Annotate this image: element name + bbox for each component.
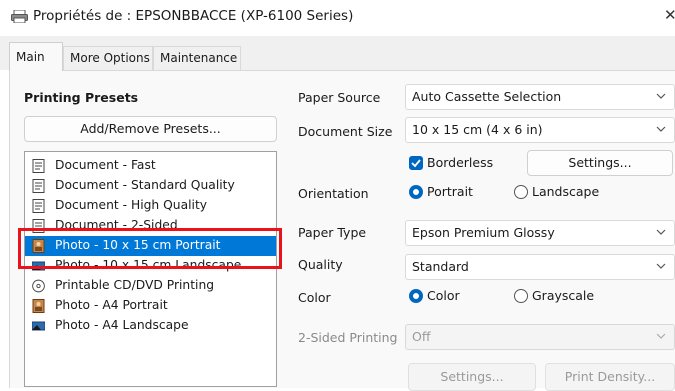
document-icon	[32, 159, 45, 173]
landscape-label: Landscape	[532, 184, 600, 199]
document-size-select[interactable]: 10 x 15 cm (4 x 6 in)	[405, 117, 675, 143]
portrait-label: Portrait	[427, 184, 473, 199]
photo-landscape-icon	[32, 321, 45, 331]
grayscale-label: Grayscale	[532, 288, 595, 303]
window-title: Propriétés de : EPSONBBACCE (XP-6100 Ser…	[33, 8, 354, 24]
list-item[interactable]: Document - Standard Quality	[25, 176, 276, 196]
two-sided-label: 2-Sided Printing	[298, 330, 398, 345]
paper-type-value: Epson Premium Glossy	[412, 225, 555, 240]
paper-type-label: Paper Type	[298, 225, 367, 240]
preset-label: Document - Standard Quality	[55, 178, 235, 192]
close-icon[interactable]: ✕	[664, 6, 675, 24]
document-size-label: Document Size	[298, 124, 393, 139]
paper-type-select[interactable]: Epson Premium Glossy	[405, 220, 675, 246]
borderless-checkbox[interactable]	[409, 156, 423, 170]
list-item[interactable]: Document - Fast	[25, 156, 276, 176]
cd-icon	[32, 279, 45, 293]
tab-more-options[interactable]: More Options	[63, 46, 153, 70]
preset-label: Document - High Quality	[55, 198, 208, 212]
preset-label: Photo - A4 Portrait	[55, 298, 168, 312]
chevron-down-icon	[656, 229, 666, 235]
color-option-label: Color	[427, 288, 460, 303]
color-radio[interactable]	[409, 289, 423, 303]
borderless-settings-button[interactable]: Settings...	[527, 150, 673, 176]
quality-select[interactable]: Standard	[405, 254, 675, 280]
document-icon	[32, 199, 45, 213]
presets-list[interactable]: Document - Fast Document - Standard Qual…	[24, 151, 277, 387]
presets-heading: Printing Presets	[24, 90, 139, 105]
grayscale-radio[interactable]	[514, 289, 528, 303]
portrait-radio[interactable]	[409, 185, 423, 199]
preset-label: Photo - A4 Landscape	[55, 318, 189, 332]
quality-value: Standard	[412, 259, 469, 274]
paper-source-label: Paper Source	[298, 90, 381, 105]
list-item[interactable]: Photo - A4 Landscape	[25, 316, 276, 336]
two-sided-value: Off	[412, 329, 431, 344]
document-size-value: 10 x 15 cm (4 x 6 in)	[412, 122, 543, 137]
photo-portrait-icon	[32, 299, 45, 313]
preset-label: Printable CD/DVD Printing	[55, 278, 215, 292]
list-item[interactable]: Document - High Quality	[25, 196, 276, 216]
quality-label: Quality	[298, 257, 343, 272]
checkmark-icon	[411, 159, 421, 168]
landscape-radio[interactable]	[514, 185, 528, 199]
printer-icon	[11, 10, 28, 23]
preset-label: Document - Fast	[55, 158, 156, 172]
add-remove-presets-button[interactable]: Add/Remove Presets...	[24, 116, 277, 142]
paper-source-value: Auto Cassette Selection	[412, 89, 562, 104]
chevron-down-icon	[656, 263, 666, 269]
chevron-down-icon	[656, 126, 666, 132]
paper-source-select[interactable]: Auto Cassette Selection	[405, 84, 675, 110]
borderless-label: Borderless	[427, 155, 494, 170]
chevron-down-icon	[656, 93, 666, 99]
orientation-label: Orientation	[298, 186, 369, 201]
chevron-down-icon	[656, 333, 666, 339]
document-icon	[32, 179, 45, 193]
two-sided-select[interactable]: Off	[405, 324, 675, 350]
list-item[interactable]: Photo - A4 Portrait	[25, 296, 276, 316]
color-label: Color	[298, 290, 331, 305]
highlight-box	[18, 228, 282, 269]
tab-main[interactable]: Main	[9, 42, 63, 71]
list-item[interactable]: Printable CD/DVD Printing	[25, 276, 276, 296]
tab-maintenance[interactable]: Maintenance	[153, 46, 241, 70]
